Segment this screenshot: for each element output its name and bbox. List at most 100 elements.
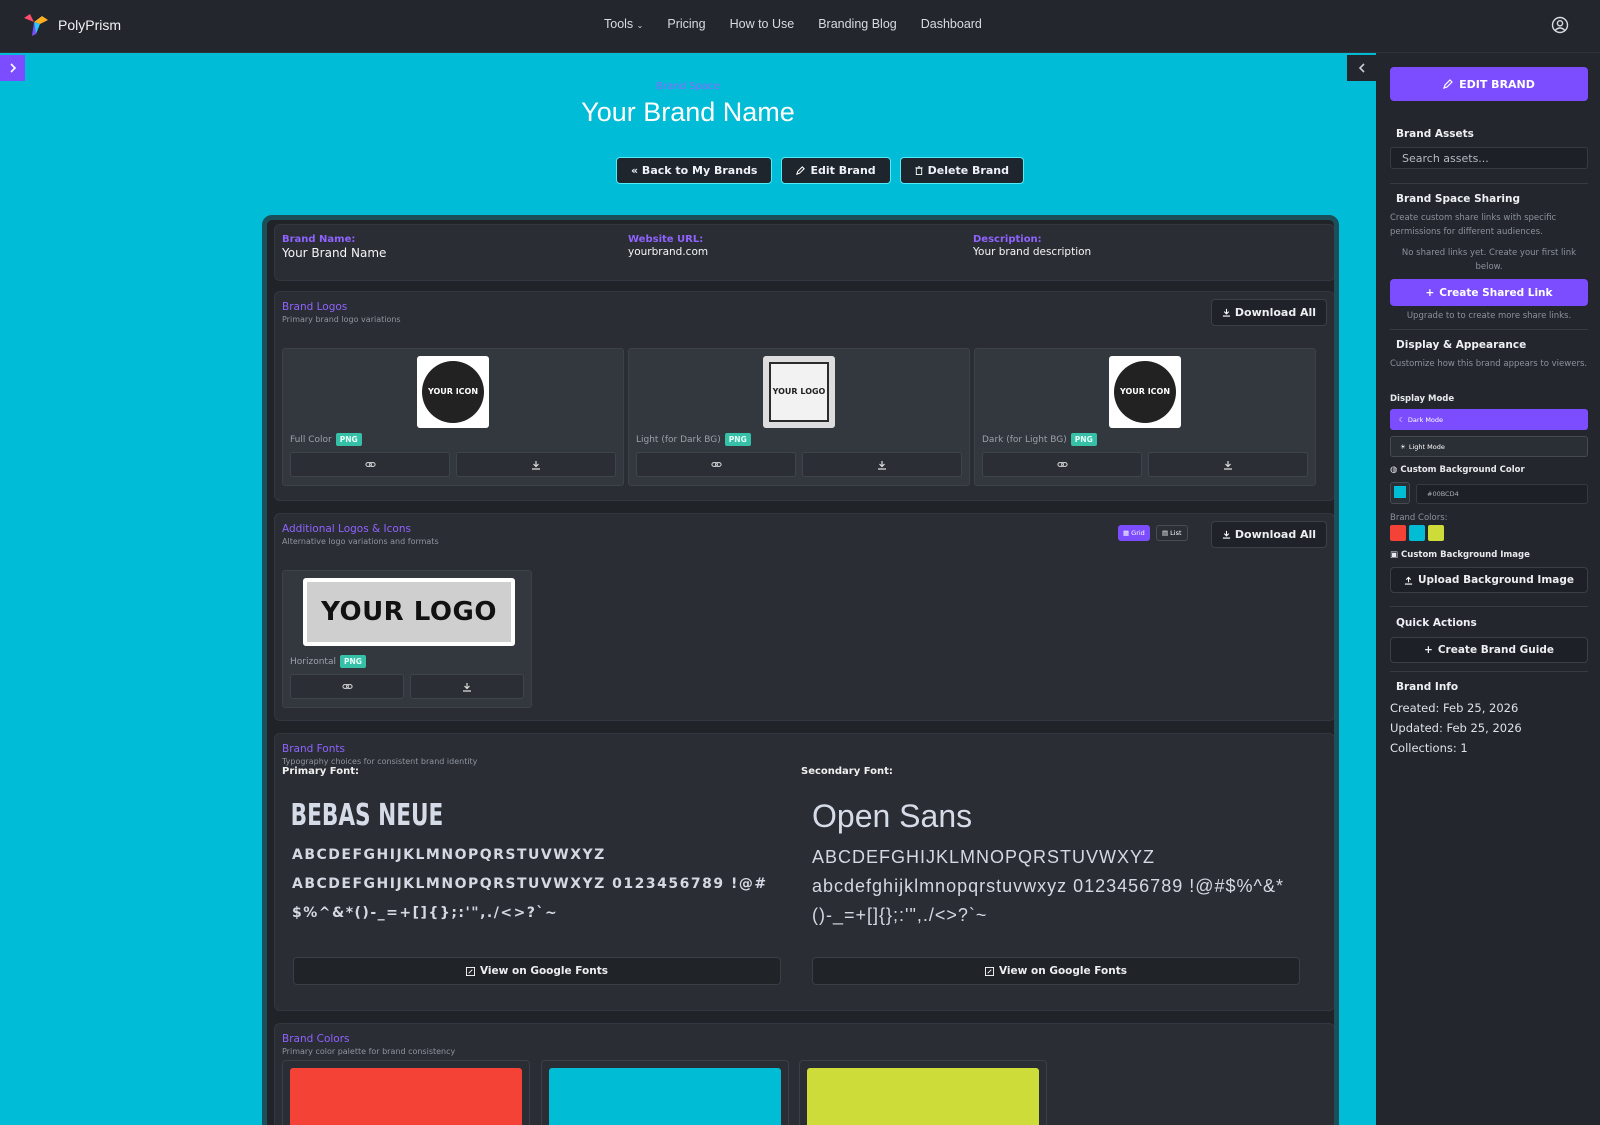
- logo-label: Light (for Dark BG): [636, 434, 721, 445]
- primary-font-label: Primary Font:: [282, 766, 359, 777]
- delete-brand-label: Delete Brand: [927, 164, 1009, 177]
- brand-fonts-subtitle: Typography choices for consistent brand …: [282, 757, 478, 766]
- right-sidebar: EDIT BRAND Brand Assets Search assets...…: [1376, 53, 1600, 1125]
- dark-mode-label: Dark Mode: [1407, 415, 1444, 424]
- palette-icon: ◍: [1390, 465, 1398, 475]
- nav-pricing[interactable]: Pricing: [667, 17, 705, 31]
- trash-icon: [915, 166, 923, 175]
- brand-space-main: Brand Space Your Brand Name « Back to My…: [0, 53, 1376, 1125]
- brand-color-chip[interactable]: [1428, 525, 1444, 541]
- nav-branding-blog[interactable]: Branding Blog: [818, 17, 897, 31]
- divider: [1390, 183, 1588, 184]
- create-brand-guide-label: Create Brand Guide: [1437, 644, 1554, 656]
- website-url-label: Website URL:: [628, 234, 704, 245]
- quick-actions-heading: Quick Actions: [1396, 617, 1477, 629]
- download-button[interactable]: [410, 674, 524, 699]
- logo-actions: [636, 452, 962, 477]
- download-button[interactable]: [802, 452, 962, 477]
- nav-tools[interactable]: Tools ⌄: [604, 17, 643, 31]
- pencil-icon: [796, 166, 806, 175]
- brand-color-chip[interactable]: [1409, 525, 1425, 541]
- description-label: Description:: [973, 234, 1042, 245]
- grid-view-toggle[interactable]: ▦ Grid: [1118, 525, 1150, 541]
- logo-image-text: YOUR ICON: [1114, 361, 1176, 423]
- secondary-font-section: Secondary Font: Open Sans ABCDEFGHIJKLMN…: [801, 766, 1297, 930]
- right-panel-toggle[interactable]: [1347, 55, 1376, 81]
- logo-image-text: YOUR ICON: [422, 361, 484, 423]
- custom-bg-image-label: Custom Background Image: [1401, 550, 1530, 560]
- copy-link-button[interactable]: [636, 452, 796, 477]
- color-card[interactable]: [541, 1060, 789, 1125]
- create-shared-link-label: Create Shared Link: [1439, 286, 1553, 299]
- brand-name-value: Your Brand Name: [282, 246, 387, 260]
- display-mode-label: Display Mode: [1390, 394, 1455, 404]
- user-account-icon[interactable]: [1550, 15, 1570, 35]
- edit-brand-label: Edit Brand: [810, 164, 876, 177]
- download-button[interactable]: [456, 452, 616, 477]
- sharing-description: Create custom share links with specific …: [1390, 213, 1557, 237]
- list-view-toggle[interactable]: ▤ List: [1156, 525, 1188, 541]
- edit-brand-button[interactable]: Edit Brand: [781, 157, 891, 184]
- dark-mode-option[interactable]: ☾ Dark Mode: [1390, 409, 1588, 430]
- download-all-logos-button[interactable]: Download All: [1211, 299, 1327, 326]
- google-fonts-label: View on Google Fonts: [998, 965, 1127, 977]
- download-icon: [1222, 530, 1230, 539]
- updated-date: Updated: Feb 25, 2026: [1390, 721, 1522, 735]
- logo-thumbnail[interactable]: YOUR ICON: [1109, 356, 1181, 428]
- format-badge: PNG: [724, 433, 751, 446]
- upload-bg-image-button[interactable]: Upload Background Image: [1390, 567, 1588, 593]
- logo-thumbnail[interactable]: YOUR LOGO: [303, 578, 515, 646]
- additional-logos-title: Additional Logos & Icons: [282, 523, 411, 535]
- secondary-font-name: Open Sans: [812, 798, 973, 834]
- brand-name-label: Brand Name:: [282, 234, 356, 245]
- color-card[interactable]: [282, 1060, 530, 1125]
- copy-link-button[interactable]: [982, 452, 1142, 477]
- brand-fonts-title: Brand Fonts: [282, 743, 345, 755]
- color-swatch: [807, 1068, 1039, 1125]
- brand-colors-label: Brand Colors:: [1390, 513, 1448, 523]
- logo-image-text: YOUR LOGO: [307, 582, 511, 642]
- nav-tools-label: Tools: [604, 17, 634, 31]
- list-view-label: List: [1170, 529, 1182, 537]
- bg-color-picker[interactable]: [1390, 482, 1410, 504]
- create-brand-guide-button[interactable]: + Create Brand Guide: [1390, 637, 1588, 663]
- app-name: PolyPrism: [58, 17, 122, 33]
- secondary-google-fonts-button[interactable]: View on Google Fonts: [812, 957, 1300, 985]
- bg-color-input[interactable]: #00BCD4: [1416, 484, 1588, 504]
- upgrade-note: Upgrade to to create more share links.: [1406, 311, 1572, 321]
- delete-brand-button[interactable]: Delete Brand: [899, 157, 1024, 184]
- primary-font-uppercase: ABCDEFGHIJKLMNOPQRSTUVWXYZ: [292, 847, 606, 863]
- app-logo[interactable]: PolyPrism: [22, 12, 121, 38]
- copy-link-button[interactable]: [290, 452, 450, 477]
- logo-card-light: YOUR LOGO Light (for Dark BG) PNG: [628, 348, 970, 486]
- left-sidebar-toggle[interactable]: [0, 55, 25, 81]
- color-swatch: [549, 1068, 781, 1125]
- light-mode-option[interactable]: ☀ Light Mode: [1390, 436, 1588, 457]
- bg-color-preview: [1394, 486, 1406, 498]
- download-button[interactable]: [1148, 452, 1308, 477]
- logo-thumbnail[interactable]: YOUR LOGO: [763, 356, 835, 428]
- brand-logos-subtitle: Primary brand logo variations: [282, 315, 401, 324]
- create-shared-link-button[interactable]: + Create Shared Link: [1390, 279, 1588, 306]
- logo-card-horizontal: YOUR LOGO Horizontal PNG: [282, 570, 532, 708]
- logo-label: Dark (for Light BG): [982, 434, 1067, 445]
- download-all-additional-button[interactable]: Download All: [1211, 521, 1327, 548]
- logo-meta: Full Color PNG: [290, 433, 362, 446]
- copy-link-button[interactable]: [290, 674, 404, 699]
- primary-google-fonts-button[interactable]: View on Google Fonts: [293, 957, 781, 985]
- back-to-brands-button[interactable]: « Back to My Brands: [616, 157, 773, 184]
- download-icon: [878, 460, 886, 470]
- logo-thumbnail[interactable]: YOUR ICON: [417, 356, 489, 428]
- search-assets-input[interactable]: Search assets...: [1390, 147, 1588, 169]
- sidebar-edit-brand-button[interactable]: EDIT BRAND: [1390, 67, 1588, 101]
- nav-dashboard[interactable]: Dashboard: [921, 17, 982, 31]
- description-value: Your brand description: [973, 246, 1092, 258]
- color-card[interactable]: [799, 1060, 1047, 1125]
- upload-bg-image-label: Upload Background Image: [1417, 574, 1574, 586]
- brand-color-chip[interactable]: [1390, 525, 1406, 541]
- logo-actions: [290, 674, 524, 699]
- format-badge: PNG: [335, 433, 362, 446]
- grid-icon: ▦: [1123, 529, 1130, 537]
- logo-meta: Light (for Dark BG) PNG: [636, 433, 751, 446]
- nav-how-to-use[interactable]: How to Use: [730, 17, 795, 31]
